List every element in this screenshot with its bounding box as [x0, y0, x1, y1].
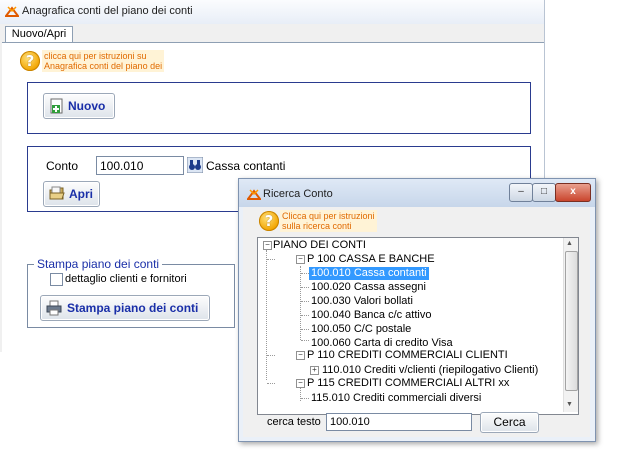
print-group: Stampa piano dei conti dettaglio clienti…	[27, 257, 235, 328]
help-link[interactable]: clicca qui per istruzioni su Anagrafica …	[42, 50, 165, 72]
search-window-title: Ricerca Conto	[263, 188, 333, 200]
tree-expander-group[interactable]: −	[296, 379, 305, 388]
tree-item[interactable]: 110.010 Crediti v/clienti (riepilogativo…	[322, 364, 538, 377]
conto-description: Cassa contanti	[206, 159, 286, 173]
tree-connector	[267, 355, 275, 356]
tree-item[interactable]: 100.030 Valori bollati	[311, 295, 413, 308]
main-window-title: Anagrafica conti del piano dei conti	[22, 5, 193, 17]
search-help-text-line2: sulla ricerca conti	[282, 221, 352, 231]
tree-connector	[301, 315, 309, 316]
tree-item[interactable]: 100.040 Banca c/c attivo	[311, 309, 431, 322]
search-button[interactable]: Cerca	[480, 412, 539, 433]
binoculars-icon[interactable]	[187, 157, 203, 173]
tree-connector	[267, 259, 275, 260]
conto-input[interactable]	[96, 156, 184, 175]
tree-expander-root[interactable]: −	[263, 241, 272, 250]
conto-label: Conto	[46, 159, 79, 173]
tree-connector	[266, 250, 267, 380]
open-button-label: Apri	[69, 187, 93, 201]
tree-group-p100[interactable]: P 100 CASSA E BANCHE	[307, 253, 435, 266]
close-button[interactable]: x	[555, 183, 591, 202]
scroll-down-icon[interactable]: ▼	[566, 401, 573, 408]
open-button[interactable]: Apri	[43, 181, 100, 207]
search-help-link[interactable]: Clicca qui per istruzioni sulla ricerca …	[280, 210, 377, 232]
tree-connector	[301, 398, 309, 399]
search-input[interactable]	[326, 413, 472, 431]
tree-connector	[301, 273, 309, 274]
account-tree[interactable]: − PIANO DEI CONTI − P 100 CASSA E BANCHE…	[257, 237, 579, 415]
search-help-icon[interactable]: ?	[259, 211, 279, 231]
printer-icon	[46, 300, 62, 316]
tree-group-p115[interactable]: P 115 CREDITI COMMERCIALI ALTRI xx	[307, 377, 509, 390]
print-group-title: Stampa piano dei conti	[34, 257, 163, 271]
help-icon[interactable]: ?	[20, 51, 40, 71]
tree-expander-group[interactable]: −	[296, 255, 305, 264]
help-text-line1: clicca qui per istruzioni su	[44, 51, 147, 61]
minimize-button[interactable]: –	[509, 183, 533, 202]
app-logo-icon	[247, 189, 261, 200]
help-text-line2: Anagrafica conti del piano dei	[44, 61, 163, 71]
new-group: Nuovo	[27, 82, 531, 134]
search-window: Ricerca Conto – □ x ? Clicca qui per ist…	[238, 178, 596, 442]
tree-connector	[301, 340, 309, 341]
tree-connector	[267, 383, 275, 384]
tree-item[interactable]: 115.010 Crediti commerciali diversi	[311, 392, 481, 405]
scroll-thumb[interactable]	[565, 251, 578, 391]
new-document-icon	[50, 98, 63, 114]
scroll-up-icon[interactable]: ▲	[566, 240, 573, 247]
tree-item[interactable]: 100.050 C/C postale	[311, 323, 411, 336]
tree-root[interactable]: PIANO DEI CONTI	[273, 239, 366, 252]
detail-checkbox[interactable]	[50, 273, 63, 286]
new-button-label: Nuovo	[68, 99, 106, 113]
search-title-bar[interactable]: Ricerca Conto – □ x	[239, 179, 595, 207]
tab-nuovo-apri[interactable]: Nuovo/Apri	[5, 26, 73, 43]
tree-connector	[301, 287, 309, 288]
tree-group-p110[interactable]: P 110 CREDITI COMMERCIALI CLIENTI	[307, 349, 508, 362]
tree-item[interactable]: 100.020 Cassa assegni	[311, 281, 426, 294]
tree-item-selected[interactable]: 100.010 Cassa contanti	[309, 267, 429, 280]
print-button[interactable]: Stampa piano dei conti	[40, 295, 210, 321]
main-title-bar[interactable]: Anagrafica conti del piano dei conti	[0, 0, 544, 24]
open-folder-icon	[49, 186, 65, 200]
tree-connector	[301, 301, 309, 302]
tree-connector	[301, 329, 309, 330]
tree-scrollbar[interactable]: ▲ ▼	[563, 238, 578, 412]
detail-checkbox-label: dettaglio clienti e fornitori	[65, 273, 187, 285]
search-help-text-line1: Clicca qui per istruzioni	[282, 211, 375, 221]
new-button[interactable]: Nuovo	[43, 93, 115, 119]
app-logo-icon	[5, 6, 19, 17]
tree-expander-item[interactable]: +	[310, 366, 319, 375]
print-button-label: Stampa piano dei conti	[67, 301, 199, 315]
search-label: cerca testo	[267, 416, 321, 428]
tree-expander-group[interactable]: −	[296, 351, 305, 360]
maximize-button[interactable]: □	[532, 183, 556, 202]
